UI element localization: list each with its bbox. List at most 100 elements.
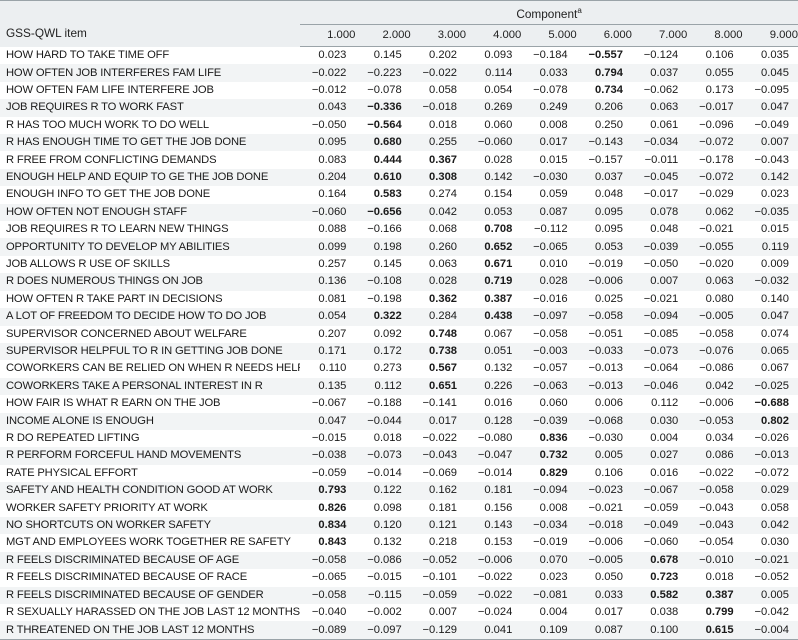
loading-cell-component-8: 0.799 bbox=[687, 604, 743, 622]
loading-cell-component-5: 0.033 bbox=[521, 64, 577, 82]
loading-cell-component-9: −0.004 bbox=[742, 621, 798, 640]
loading-cell-component-1: 0.047 bbox=[300, 412, 356, 430]
loading-cell-component-8: −0.020 bbox=[687, 255, 743, 274]
loading-cell-component-3: 0.284 bbox=[410, 308, 467, 326]
table-row: INCOME ALONE IS ENOUGH 0.047 −0.044 0.017 0.… bbox=[0, 412, 798, 430]
loading-cell-component-7: 0.004 bbox=[631, 429, 688, 448]
row-label: R HAS ENOUGH TIME TO GET THE JOB DONE bbox=[0, 134, 301, 152]
loading-cell-component-3: 0.121 bbox=[410, 516, 467, 535]
loading-cell-component-2: 0.583 bbox=[355, 186, 411, 204]
loading-cell-component-9: −0.026 bbox=[742, 429, 798, 448]
table-row: WORKER SAFETY PRIORITY AT WORK 0.826 0.098… bbox=[0, 499, 798, 517]
loading-cell-component-1: −0.012 bbox=[300, 81, 356, 100]
loading-cell-component-9: −0.032 bbox=[742, 273, 798, 291]
row-label: R FEELS DISCRIMINATED BECAUSE OF GENDER bbox=[0, 586, 301, 604]
loading-cell-component-1: 0.136 bbox=[300, 273, 356, 291]
loading-cell-component-3: 0.367 bbox=[410, 151, 467, 169]
row-label: ENOUGH HELP AND EQUIP TO GE THE JOB DONE bbox=[0, 168, 301, 187]
loading-cell-component-3: 0.362 bbox=[410, 290, 467, 309]
loading-cell-component-4: 0.154 bbox=[466, 186, 522, 204]
loading-cell-component-4: 0.671 bbox=[466, 255, 522, 274]
loading-cell-component-5: −0.078 bbox=[521, 81, 577, 100]
loading-cell-component-3: 0.308 bbox=[410, 168, 467, 187]
loading-cell-component-8: −0.021 bbox=[687, 221, 743, 239]
loading-cell-component-9: 0.047 bbox=[742, 308, 798, 326]
loading-cell-component-7: 0.048 bbox=[631, 221, 688, 239]
loading-cell-component-5: 0.059 bbox=[521, 186, 577, 204]
loading-cell-component-5: 0.008 bbox=[521, 499, 577, 517]
loading-cell-component-7: −0.067 bbox=[631, 482, 688, 500]
loading-cell-component-5: −0.016 bbox=[521, 290, 577, 309]
loading-cell-component-3: 0.567 bbox=[410, 360, 467, 378]
loading-cell-component-2: −0.198 bbox=[355, 290, 411, 309]
row-label: COWORKERS CAN BE RELIED ON WHEN R NEEDS … bbox=[0, 360, 301, 378]
loading-cell-component-7: 0.030 bbox=[631, 412, 688, 430]
loading-cell-component-6: −0.006 bbox=[576, 534, 632, 552]
loading-cell-component-2: 0.018 bbox=[355, 429, 411, 448]
loading-cell-component-6: 0.050 bbox=[576, 569, 632, 587]
loading-cell-component-3: 0.018 bbox=[410, 116, 467, 135]
loading-cell-component-2: 0.132 bbox=[355, 534, 411, 552]
loading-cell-component-9: 0.045 bbox=[742, 64, 798, 82]
loading-cell-component-1: 0.110 bbox=[300, 360, 356, 378]
loading-cell-component-9: 0.142 bbox=[742, 168, 798, 187]
column-header-component-6: 6.000 bbox=[576, 24, 632, 47]
loading-cell-component-1: 0.081 bbox=[300, 290, 356, 309]
loading-cell-component-4: 0.226 bbox=[466, 377, 522, 396]
loading-cell-component-9: 0.007 bbox=[742, 134, 798, 152]
loading-cell-component-1: 0.135 bbox=[300, 377, 356, 396]
loading-cell-component-9: 0.042 bbox=[742, 516, 798, 535]
loading-cell-component-6: 0.005 bbox=[576, 447, 632, 465]
loading-cell-component-7: −0.060 bbox=[631, 534, 688, 552]
row-label: R HAS TOO MUCH WORK TO DO WELL bbox=[0, 116, 301, 135]
loading-cell-component-1: −0.089 bbox=[300, 621, 356, 640]
loading-cell-component-7: −0.059 bbox=[631, 499, 688, 517]
loading-cell-component-2: 0.444 bbox=[355, 151, 411, 169]
loading-cell-component-3: 0.017 bbox=[410, 412, 467, 430]
loading-cell-component-4: 0.114 bbox=[466, 64, 522, 82]
loading-cell-component-5: 0.836 bbox=[521, 429, 577, 448]
table-row: HOW OFTEN FAM LIFE INTERFERE JOB −0.012 −0… bbox=[0, 81, 798, 100]
loading-cell-component-4: 0.143 bbox=[466, 516, 522, 535]
component-matrix-table: GSS-QWL item Componenta 1.000 2.000 3.00… bbox=[0, 0, 798, 640]
loading-cell-component-1: 0.204 bbox=[300, 168, 356, 187]
loading-cell-component-3: 0.255 bbox=[410, 134, 467, 152]
row-label: R SEXUALLY HARASSED ON THE JOB LAST 12 M… bbox=[0, 604, 301, 622]
loading-cell-component-6: −0.021 bbox=[576, 499, 632, 517]
column-header-component-7: 7.000 bbox=[631, 24, 688, 47]
loading-cell-component-4: −0.022 bbox=[466, 569, 522, 587]
loading-cell-component-2: −0.108 bbox=[355, 273, 411, 291]
table-row: R FREE FROM CONFLICTING DEMANDS 0.083 0.44… bbox=[0, 151, 798, 169]
column-header-component-5: 5.000 bbox=[521, 24, 577, 47]
loading-cell-component-9: −0.043 bbox=[742, 151, 798, 169]
row-label: R FEELS DISCRIMINATED BECAUSE OF RACE bbox=[0, 569, 301, 587]
loading-cell-component-1: 0.164 bbox=[300, 186, 356, 204]
loading-cell-component-6: 0.017 bbox=[576, 604, 632, 622]
loading-cell-component-6: −0.018 bbox=[576, 516, 632, 535]
loading-cell-component-2: −0.656 bbox=[355, 203, 411, 222]
loading-cell-component-4: 0.060 bbox=[466, 116, 522, 135]
loading-cell-component-1: −0.065 bbox=[300, 569, 356, 587]
row-label: COWORKERS TAKE A PERSONAL INTEREST IN R bbox=[0, 377, 301, 396]
loading-cell-component-2: 0.098 bbox=[355, 499, 411, 517]
loading-cell-component-7: 0.678 bbox=[631, 551, 688, 570]
row-label: R THREATENED ON THE JOB LAST 12 MONTHS bbox=[0, 621, 301, 640]
loading-cell-component-1: −0.060 bbox=[300, 203, 356, 222]
loading-cell-component-5: 0.008 bbox=[521, 116, 577, 135]
loading-cell-component-5: 0.023 bbox=[521, 569, 577, 587]
loading-cell-component-1: −0.059 bbox=[300, 464, 356, 483]
rotated-component-matrix-table-container: GSS-QWL item Componenta 1.000 2.000 3.00… bbox=[0, 0, 798, 640]
loading-cell-component-9: −0.035 bbox=[742, 203, 798, 222]
loading-cell-component-6: 0.087 bbox=[576, 621, 632, 640]
loading-cell-component-5: −0.063 bbox=[521, 377, 577, 396]
table-row: R THREATENED ON THE JOB LAST 12 MONTHS −0… bbox=[0, 621, 798, 640]
loading-cell-component-8: −0.178 bbox=[687, 151, 743, 169]
loading-cell-component-9: 0.047 bbox=[742, 99, 798, 117]
table-row: RATE PHYSICAL EFFORT −0.059 −0.014 −0.069 −0… bbox=[0, 464, 798, 483]
row-label: OPPORTUNITY TO DEVELOP MY ABILITIES bbox=[0, 238, 301, 256]
loading-cell-component-7: −0.064 bbox=[631, 360, 688, 378]
loading-cell-component-4: −0.014 bbox=[466, 464, 522, 483]
loading-cell-component-2: 0.145 bbox=[355, 255, 411, 274]
loading-cell-component-4: 0.132 bbox=[466, 360, 522, 378]
loading-cell-component-7: 0.078 bbox=[631, 203, 688, 222]
